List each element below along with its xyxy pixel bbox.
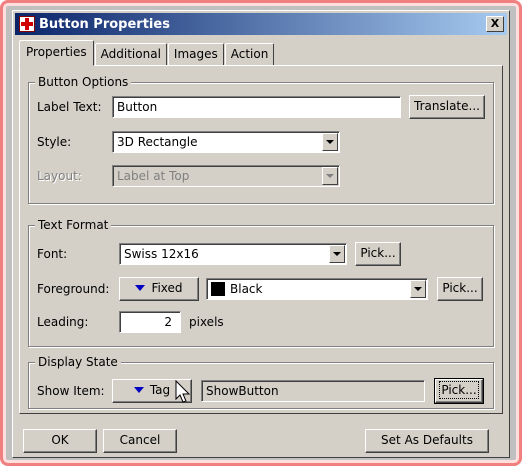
tab-images[interactable]: Images <box>167 43 224 65</box>
button-options-legend: Button Options <box>35 75 132 89</box>
window-title: Button Properties <box>39 16 170 32</box>
leading-input[interactable]: 2 <box>119 311 181 333</box>
triangle-down-icon <box>133 387 144 393</box>
chevron-down-icon[interactable] <box>329 245 345 263</box>
text-format-group: Text Format Font: Swiss 12x16 Pick... Fo… <box>28 218 494 347</box>
app-icon <box>19 16 35 32</box>
display-state-legend: Display State <box>35 355 121 369</box>
ok-button[interactable]: OK <box>23 429 97 453</box>
show-item-pick-button[interactable]: Pick... <box>434 378 484 404</box>
layout-select-value: Label at Top <box>117 169 190 183</box>
label-text-label: Label Text: <box>37 100 102 114</box>
tab-strip: Properties Additional Images Action <box>19 40 275 66</box>
color-swatch <box>211 282 225 296</box>
font-select-value: Swiss 12x16 <box>124 247 199 261</box>
chevron-down-icon[interactable] <box>410 280 426 298</box>
style-label: Style: <box>37 135 72 149</box>
display-state-group: Display State Show Item: Tag ShowButton … <box>28 355 494 409</box>
tab-action[interactable]: Action <box>224 43 275 65</box>
set-as-defaults-button[interactable]: Set As Defaults <box>365 429 489 453</box>
mouse-cursor-icon <box>175 380 191 403</box>
close-button[interactable]: X <box>486 16 504 32</box>
button-options-group: Button Options Label Text: Button Transl… <box>28 75 494 204</box>
layout-select: Label at Top <box>112 165 340 187</box>
window-frame: Button Properties X Properties Additiona… <box>0 0 522 466</box>
foreground-mode-button[interactable]: Fixed <box>119 277 199 301</box>
foreground-label: Foreground: <box>37 282 110 296</box>
layout-label: Layout: <box>37 169 82 183</box>
triangle-down-icon <box>135 285 146 291</box>
leading-unit: pixels <box>189 315 224 329</box>
properties-panel: Button Options Label Text: Button Transl… <box>19 65 503 414</box>
text-format-legend: Text Format <box>35 218 112 232</box>
chevron-down-icon <box>322 167 338 185</box>
tab-properties[interactable]: Properties <box>19 40 94 66</box>
show-item-label: Show Item: <box>37 384 105 398</box>
translate-button[interactable]: Translate... <box>409 95 485 119</box>
foreground-color-value: Black <box>230 282 263 296</box>
tab-additional[interactable]: Additional <box>94 43 167 65</box>
label-text-input[interactable]: Button <box>112 96 401 118</box>
foreground-pick-button[interactable]: Pick... <box>437 277 483 301</box>
font-pick-button[interactable]: Pick... <box>355 242 401 266</box>
style-select[interactable]: 3D Rectangle <box>112 131 340 153</box>
title-bar[interactable]: Button Properties X <box>15 13 507 35</box>
chevron-down-icon[interactable] <box>322 133 338 151</box>
foreground-color-select[interactable]: Black <box>206 278 428 300</box>
dialog-window: Button Properties X Properties Additiona… <box>12 10 510 458</box>
show-item-tag-field[interactable]: ShowButton <box>201 380 425 402</box>
close-icon: X <box>490 17 500 30</box>
style-select-value: 3D Rectangle <box>117 135 198 149</box>
font-label: Font: <box>37 247 68 261</box>
cancel-button[interactable]: Cancel <box>103 429 177 453</box>
font-select[interactable]: Swiss 12x16 <box>119 243 347 265</box>
leading-label: Leading: <box>37 315 89 329</box>
